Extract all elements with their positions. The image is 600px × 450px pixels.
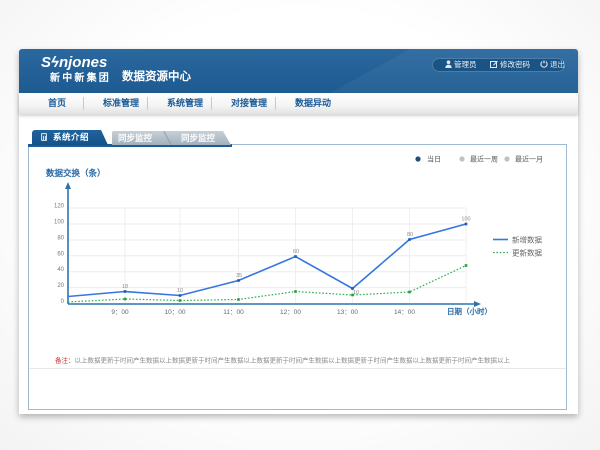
svg-text:14：00: 14：00: [394, 309, 415, 316]
svg-text:18: 18: [122, 284, 128, 290]
svg-text:最近一月: 最近一月: [515, 155, 543, 164]
svg-text:60: 60: [293, 249, 299, 255]
svg-text:10: 10: [353, 290, 359, 296]
svg-text:更新数据: 更新数据: [512, 248, 542, 258]
svg-text:80: 80: [407, 232, 413, 238]
svg-text:数据交换（条）: 数据交换（条）: [46, 168, 106, 178]
svg-text:35: 35: [236, 273, 242, 279]
svg-text:13：00: 13：00: [337, 309, 358, 316]
svg-text:当日: 当日: [427, 155, 441, 164]
svg-text:80: 80: [57, 235, 64, 241]
svg-text:10: 10: [177, 288, 183, 294]
svg-text:10：00: 10：00: [165, 309, 186, 316]
svg-text:新增数据: 新增数据: [512, 235, 542, 245]
svg-text:12：00: 12：00: [280, 309, 301, 316]
svg-text:100: 100: [461, 217, 470, 223]
svg-text:最近一周: 最近一周: [470, 155, 498, 164]
svg-text:0: 0: [61, 299, 65, 305]
svg-text:120: 120: [54, 204, 65, 210]
svg-text:9：00: 9：00: [111, 309, 129, 316]
svg-text:11：00: 11：00: [223, 309, 244, 316]
svg-text:60: 60: [57, 251, 64, 257]
svg-text:日期（小时）: 日期（小时）: [447, 306, 492, 316]
svg-text:40: 40: [57, 267, 64, 273]
svg-text:100: 100: [54, 220, 65, 226]
svg-text:备注：以上数据更新于时间产生数据以上数据更新于时间产生数据以: 备注：以上数据更新于时间产生数据以上数据更新于时间产生数据以上数据更新于时间产生…: [55, 356, 511, 365]
svg-text:20: 20: [57, 283, 64, 289]
